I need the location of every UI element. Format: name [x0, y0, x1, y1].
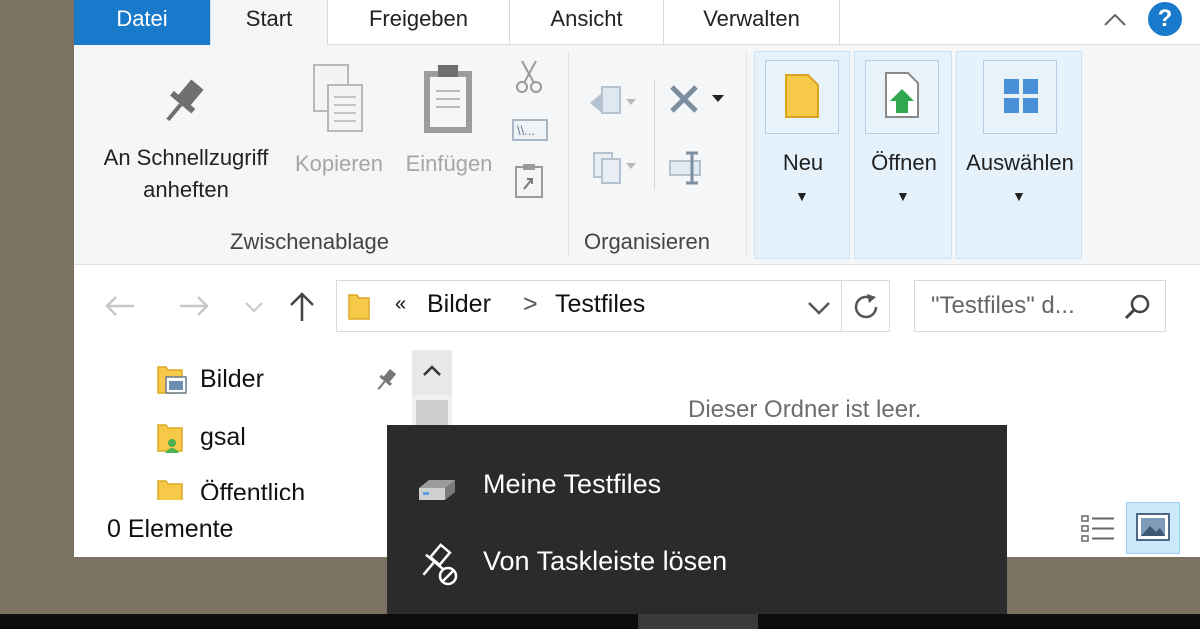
pin-to-quick-access-button[interactable]: An Schnellzugriff anheften: [86, 70, 286, 220]
navigation-bar: « Bilder > Testfiles "Testfiles" d...: [74, 275, 1200, 335]
address-segment-bilder[interactable]: Bilder: [427, 290, 491, 319]
select-label: Auswählen: [966, 150, 1074, 175]
taskbar-jump-list: Meine Testfiles Von Taskleiste lösen: [387, 425, 1007, 629]
new-button[interactable]: Neu ▼: [754, 51, 850, 259]
cut-icon[interactable]: [514, 59, 544, 95]
chevron-up-icon: [1104, 13, 1126, 26]
tab-share[interactable]: Freigeben: [328, 0, 510, 45]
ribbon-start: An Schnellzugriff anheften Kopieren Einf…: [74, 45, 1200, 265]
large-icons-view-button[interactable]: [1126, 502, 1180, 554]
open-tile: [865, 60, 939, 134]
new-label: Neu: [782, 150, 824, 175]
clipboard-group-label: Zwischenablage: [230, 229, 389, 254]
forward-arrow-icon[interactable]: [178, 295, 210, 317]
select-button[interactable]: Auswählen ▼: [956, 51, 1082, 259]
pin-label-line1: An Schnellzugriff: [103, 145, 269, 170]
nav-item-gsal[interactable]: gsal: [154, 417, 404, 461]
tab-start[interactable]: Start: [210, 0, 328, 46]
pin-icon[interactable]: [374, 367, 398, 393]
details-view-icon: [1081, 515, 1114, 542]
group-divider: [568, 51, 569, 256]
refresh-button[interactable]: [842, 280, 890, 332]
select-all-icon: [1004, 79, 1038, 113]
pictures-folder-icon: [157, 366, 187, 394]
caret-down-icon: ▼: [896, 188, 910, 204]
jumplist-item-label: Meine Testfiles: [483, 469, 662, 499]
open-label: Öffnen: [871, 150, 937, 175]
paste-button[interactable]: Einfügen: [398, 63, 500, 183]
scroll-up-button[interactable]: [412, 350, 452, 395]
folder-icon: [348, 294, 370, 320]
paste-shortcut-icon[interactable]: [514, 163, 544, 199]
back-arrow-icon[interactable]: [104, 295, 136, 317]
item-count-status: 0 Elemente: [107, 515, 234, 543]
search-box[interactable]: "Testfiles" d...: [914, 280, 1166, 332]
organize-group-label: Organisieren: [584, 229, 710, 254]
taskbar-active-app-button[interactable]: [638, 614, 758, 629]
delete-icon[interactable]: [668, 83, 730, 117]
taskbar: [0, 614, 1200, 629]
recent-locations-chevron-icon[interactable]: [244, 301, 264, 313]
drive-icon: [419, 480, 455, 500]
nav-item-label: gsal: [200, 423, 246, 451]
rename-icon[interactable]: [668, 149, 708, 187]
address-segment-testfiles[interactable]: Testfiles: [555, 290, 645, 319]
search-input[interactable]: "Testfiles" d...: [931, 292, 1121, 320]
large-icons-view-icon: [1136, 513, 1170, 541]
copy-icon: [313, 64, 363, 132]
pin-label-line2: anheften: [143, 177, 229, 202]
select-tile: [983, 60, 1057, 134]
address-overflow[interactable]: «: [395, 293, 406, 316]
details-view-button[interactable]: [1078, 510, 1118, 548]
chevron-up-icon: [423, 365, 441, 376]
open-button[interactable]: Öffnen ▼: [854, 51, 952, 259]
organize-divider: [654, 79, 655, 189]
up-arrow-icon[interactable]: [288, 291, 316, 323]
copy-to-icon[interactable]: [588, 149, 638, 185]
folder-icon: [157, 480, 183, 500]
move-to-icon[interactable]: [588, 85, 638, 121]
unpin-icon: [422, 543, 458, 586]
group-divider: [746, 51, 747, 256]
search-icon: [1124, 294, 1150, 320]
copy-button[interactable]: Kopieren: [286, 63, 392, 183]
collapse-ribbon-button[interactable]: [1100, 6, 1130, 36]
tab-view[interactable]: Ansicht: [510, 0, 664, 45]
jumplist-item-unpin[interactable]: Von Taskleiste lösen: [387, 529, 1007, 599]
refresh-icon: [854, 294, 878, 319]
user-folder-icon: [157, 424, 183, 453]
svg-text:\\...: \\...: [517, 123, 535, 138]
nav-item-bilder[interactable]: Bilder: [154, 359, 404, 403]
nav-item-oeffentlich[interactable]: Öffentlich: [154, 473, 404, 500]
tab-file[interactable]: Datei: [74, 0, 210, 45]
empty-folder-message: Dieser Ordner ist leer.: [688, 396, 922, 423]
jumplist-item-label: Von Taskleiste lösen: [483, 546, 728, 576]
caret-down-icon: ▼: [1012, 188, 1026, 204]
copy-path-icon[interactable]: \\...: [512, 119, 548, 141]
tab-manage[interactable]: Verwalten: [664, 0, 840, 45]
address-separator[interactable]: >: [523, 290, 538, 319]
open-file-icon: [885, 72, 919, 118]
nav-item-label: Öffentlich: [200, 479, 306, 500]
address-bar[interactable]: « Bilder > Testfiles: [336, 280, 842, 332]
copy-label: Kopieren: [294, 151, 384, 176]
ribbon-tab-bar: Datei Start Freigeben Ansicht Verwalten …: [74, 0, 1200, 46]
new-folder-icon: [785, 74, 819, 118]
help-button[interactable]: ?: [1148, 2, 1182, 36]
caret-down-icon: ▼: [795, 188, 809, 204]
nav-item-label: Bilder: [200, 365, 264, 393]
address-dropdown-chevron-icon[interactable]: [807, 301, 831, 315]
paste-label: Einfügen: [405, 151, 493, 176]
jumplist-item-meine-testfiles[interactable]: Meine Testfiles: [387, 452, 1007, 522]
clipboard-paste-icon: [424, 65, 472, 133]
new-tile: [765, 60, 839, 134]
pin-icon: [166, 79, 204, 122]
